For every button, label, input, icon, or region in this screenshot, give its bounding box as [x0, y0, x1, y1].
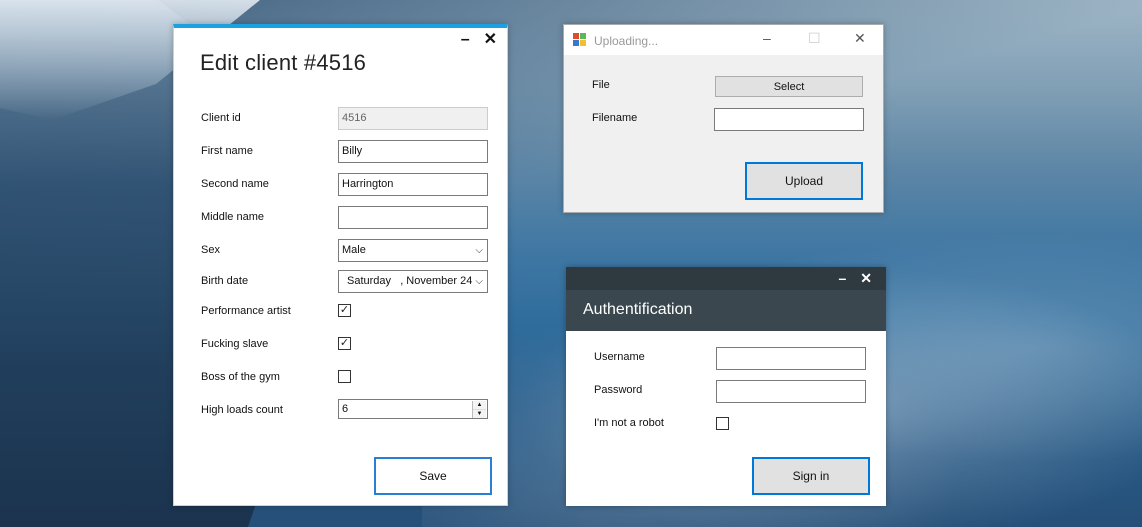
- edit-client-window: – ✕ Edit client #4516 Client id 4516 Fir…: [173, 24, 508, 506]
- uploading-window: Uploading... – ☐ ✕ File Select Filename …: [563, 24, 884, 213]
- window-controls: – ✕: [838, 270, 872, 287]
- maximize-button[interactable]: ☐: [808, 30, 821, 47]
- app-icon: [573, 33, 587, 47]
- authentification-window: – ✕ Authentification Username Password I…: [566, 267, 886, 506]
- chevron-down-icon: ⌵: [475, 245, 483, 256]
- stepper-up-icon[interactable]: ▲: [473, 400, 486, 410]
- row-first-name: First name Billy: [201, 140, 489, 164]
- performance-artist-label: Performance artist: [201, 305, 291, 317]
- save-button[interactable]: Save: [374, 457, 492, 495]
- high-loads-count-label: High loads count: [201, 404, 283, 416]
- password-label: Password: [594, 384, 643, 396]
- select-button[interactable]: Select: [715, 76, 863, 97]
- minimize-button[interactable]: –: [461, 32, 470, 48]
- minimize-button[interactable]: –: [763, 30, 771, 46]
- row-sex: Sex Male ⌵: [201, 239, 489, 263]
- title-bar: – ✕: [566, 267, 886, 290]
- middle-name-label: Middle name: [201, 211, 264, 223]
- row-performance-artist: Performance artist ✓: [201, 300, 489, 324]
- stepper-buttons: ▲ ▼: [472, 400, 486, 418]
- second-name-field[interactable]: Harrington: [338, 173, 488, 196]
- first-name-label: First name: [201, 145, 253, 157]
- window-controls: – ✕: [461, 32, 497, 48]
- birth-date-picker[interactable]: Saturday , November 24 ⌵: [338, 270, 488, 293]
- boss-of-the-gym-label: Boss of the gym: [201, 371, 280, 383]
- sex-value: Male: [342, 244, 366, 256]
- row-client-id: Client id 4516: [201, 107, 489, 131]
- window-title: Uploading...: [594, 34, 659, 48]
- close-button[interactable]: ✕: [484, 32, 497, 48]
- stepper-down-icon[interactable]: ▼: [473, 409, 486, 418]
- minimize-button[interactable]: –: [838, 270, 846, 287]
- boss-of-the-gym-checkbox[interactable]: [338, 370, 351, 383]
- sex-select[interactable]: Male ⌵: [338, 239, 488, 262]
- robot-checkbox[interactable]: [716, 417, 729, 430]
- filename-field[interactable]: [714, 108, 864, 131]
- fucking-slave-checkbox[interactable]: ✓: [338, 337, 351, 350]
- username-label: Username: [594, 351, 645, 363]
- row-second-name: Second name Harrington: [201, 173, 489, 197]
- chevron-down-icon: ⌵: [475, 276, 483, 287]
- client-id-field: 4516: [338, 107, 488, 130]
- first-name-field[interactable]: Billy: [338, 140, 488, 163]
- file-label: File: [592, 79, 610, 91]
- row-middle-name: Middle name: [201, 206, 489, 230]
- middle-name-field[interactable]: [338, 206, 488, 229]
- upload-button[interactable]: Upload: [745, 162, 863, 200]
- high-loads-count-stepper[interactable]: 6 ▲ ▼: [338, 399, 488, 419]
- username-field[interactable]: [716, 347, 866, 370]
- fucking-slave-label: Fucking slave: [201, 338, 269, 350]
- close-button[interactable]: ✕: [860, 270, 872, 287]
- second-name-label: Second name: [201, 178, 269, 190]
- performance-artist-checkbox[interactable]: ✓: [338, 304, 351, 317]
- password-field[interactable]: [716, 380, 866, 403]
- client-id-label: Client id: [201, 112, 241, 124]
- high-loads-count-value: 6: [342, 402, 349, 415]
- row-fucking-slave: Fucking slave ✓: [201, 333, 489, 357]
- row-boss-of-the-gym: Boss of the gym: [201, 366, 489, 390]
- window-title: Edit client #4516: [200, 50, 367, 75]
- window-title: Authentification: [583, 301, 693, 318]
- robot-label: I'm not a robot: [594, 417, 664, 429]
- title-bar: Uploading... – ☐ ✕: [564, 25, 883, 55]
- birth-date-value: Saturday , November 24: [347, 275, 473, 287]
- header: Authentification: [566, 290, 886, 331]
- row-birth-date: Birth date Saturday , November 24 ⌵: [201, 270, 489, 294]
- birth-date-label: Birth date: [201, 275, 249, 287]
- close-button[interactable]: ✕: [854, 30, 866, 47]
- sex-label: Sex: [201, 244, 220, 256]
- signin-button[interactable]: Sign in: [752, 457, 870, 495]
- filename-label: Filename: [592, 112, 638, 124]
- row-high-loads-count: High loads count 6 ▲ ▼: [201, 399, 489, 423]
